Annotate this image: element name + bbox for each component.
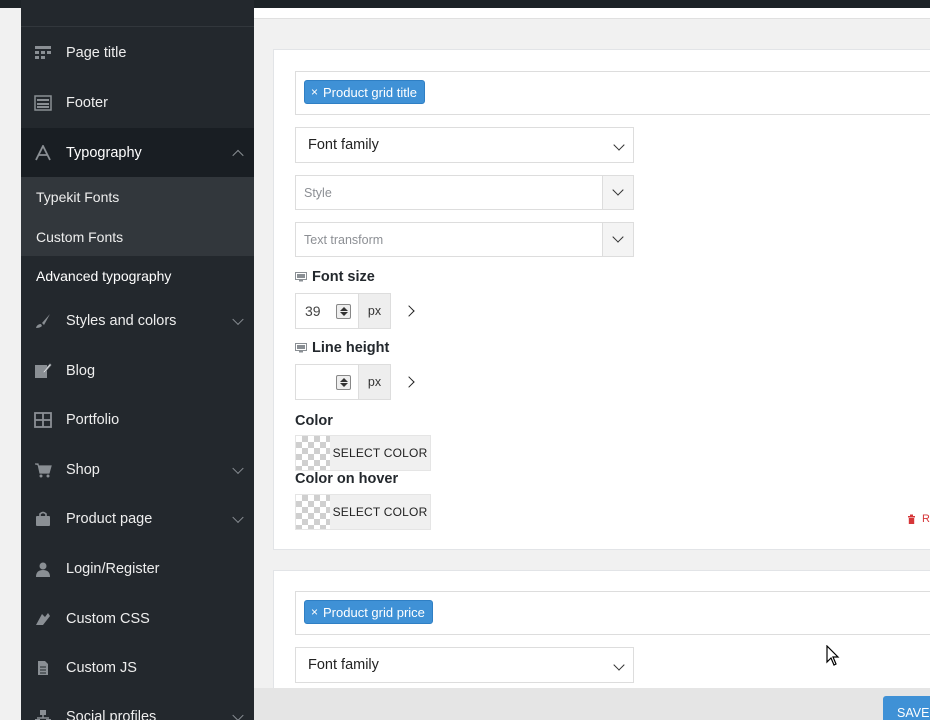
selected-element-tag[interactable]: × Product grid price [304, 600, 433, 624]
sidebar-item-custom-js[interactable]: Custom JS [21, 643, 254, 692]
remove-tag-icon[interactable]: × [311, 85, 318, 99]
line-height-unit[interactable]: px [359, 364, 391, 400]
color-swatch[interactable] [296, 495, 330, 529]
font-size-input[interactable]: 39 [295, 293, 359, 329]
select-color-button[interactable]: SELECT COLOR [330, 436, 430, 470]
footer-icon [32, 94, 54, 112]
sidebar-item-label: Custom JS [66, 659, 137, 676]
sidebar-item-label: Custom CSS [66, 610, 150, 627]
color-hover-label: Color on hover [295, 471, 399, 487]
line-height-control: px [295, 364, 415, 400]
typography-icon [32, 144, 54, 162]
font-size-control: 39 px [295, 293, 415, 329]
color-picker[interactable]: SELECT COLOR [295, 435, 431, 471]
line-height-label: Line height [295, 340, 389, 356]
desktop-icon[interactable] [295, 272, 307, 282]
sidebar-item-login-register[interactable]: Login/Register [21, 544, 254, 593]
color-hover-picker[interactable]: SELECT COLOR [295, 494, 431, 530]
sidebar-item-blog[interactable]: Blog [21, 346, 254, 395]
submenu-item-advanced-typography[interactable]: Advanced typography [21, 256, 254, 295]
document-icon [32, 659, 54, 677]
text-transform-select[interactable]: Text transform [295, 222, 634, 257]
chevron-down-icon [232, 462, 244, 474]
sidebar-item-label: Login/Register [66, 560, 160, 577]
font-size-label: Font size [295, 269, 375, 285]
chevron-down-icon[interactable] [602, 176, 633, 209]
chevron-down-icon [232, 709, 244, 720]
mouse-cursor-icon [826, 645, 840, 666]
user-icon [32, 560, 54, 578]
sidebar-item-cut[interactable] [21, 0, 254, 27]
element-selector[interactable]: × Product grid price [295, 591, 930, 635]
trash-icon [908, 514, 916, 524]
page-title-icon [32, 44, 54, 62]
sidebar-item-typography[interactable]: Typography [21, 128, 254, 177]
submenu-item-custom-fonts[interactable]: Custom Fonts [21, 217, 254, 256]
bottom-bar [254, 688, 930, 720]
line-height-input[interactable] [295, 364, 359, 400]
brush-icon [32, 312, 54, 330]
sidebar-item-styles-and-colors[interactable]: Styles and colors [21, 296, 254, 345]
stepper-icon[interactable] [336, 304, 351, 319]
stepper-icon[interactable] [336, 375, 351, 390]
color-label: Color [295, 413, 333, 429]
color-swatch[interactable] [296, 436, 330, 470]
font-family-select[interactable]: Font family [295, 647, 634, 683]
previous-section-end [254, 8, 930, 19]
sidebar-item-label: Social profiles [66, 708, 157, 720]
sidebar-item-label: Blog [66, 362, 96, 379]
reset-link[interactable]: R [907, 513, 930, 525]
sidebar-item-custom-css[interactable]: Custom CSS [21, 594, 254, 643]
cart-icon [32, 461, 54, 479]
main-content: × Product grid title Font family Style T… [254, 8, 930, 710]
sidebar-item-label: Portfolio [66, 411, 120, 428]
submenu-item-typekit-fonts[interactable]: Typekit Fonts [21, 177, 254, 216]
chevron-down-icon [232, 511, 244, 523]
sidebar-item-label: Footer [66, 94, 108, 111]
sidebar-item-label: Shop [66, 461, 100, 478]
sidebar-item-page-title[interactable]: Page title [21, 28, 254, 77]
sidebar-item-shop[interactable]: Shop [21, 445, 254, 494]
font-size-unit[interactable]: px [359, 293, 391, 329]
element-selector[interactable]: × Product grid title [295, 71, 930, 115]
font-family-select[interactable]: Font family [295, 127, 634, 163]
select-color-hover-button[interactable]: SELECT COLOR [330, 495, 430, 529]
typography-submenu: Typekit Fonts Custom Fonts Advanced typo… [21, 177, 254, 295]
sidebar-item-label: Page title [66, 44, 127, 61]
chevron-right-icon[interactable] [403, 376, 415, 388]
selected-element-tag[interactable]: × Product grid title [304, 80, 425, 104]
sidebar-item-label: Typography [66, 144, 142, 161]
sidebar-item-product-page[interactable]: Product page [21, 494, 254, 543]
desktop-icon[interactable] [295, 343, 307, 353]
remove-tag-icon[interactable]: × [311, 605, 318, 619]
sidebar-item-portfolio[interactable]: Portfolio [21, 395, 254, 444]
left-gutter [0, 8, 21, 720]
css-icon [32, 610, 54, 628]
chevron-up-icon [232, 149, 244, 161]
sidebar-item-label: Product page [66, 510, 153, 527]
chevron-down-icon [232, 313, 244, 325]
chevron-down-icon [613, 659, 625, 671]
chevron-down-icon[interactable] [602, 223, 633, 256]
sidebar-item-label: Styles and colors [66, 312, 177, 329]
chevron-right-icon[interactable] [403, 305, 415, 317]
network-icon [32, 708, 54, 720]
bag-icon [32, 510, 54, 528]
save-button[interactable]: SAVE [883, 696, 930, 720]
typography-rule-card: × Product grid title Font family Style T… [273, 49, 930, 550]
grid-icon [32, 411, 54, 429]
sidebar-item-social-profiles[interactable]: Social profiles [21, 692, 254, 720]
sidebar: Page title Footer Typography Typekit Fon… [21, 0, 254, 720]
style-select[interactable]: Style [295, 175, 634, 210]
sidebar-item-footer[interactable]: Footer [21, 78, 254, 127]
chevron-down-icon [613, 139, 625, 151]
edit-icon [32, 362, 54, 380]
